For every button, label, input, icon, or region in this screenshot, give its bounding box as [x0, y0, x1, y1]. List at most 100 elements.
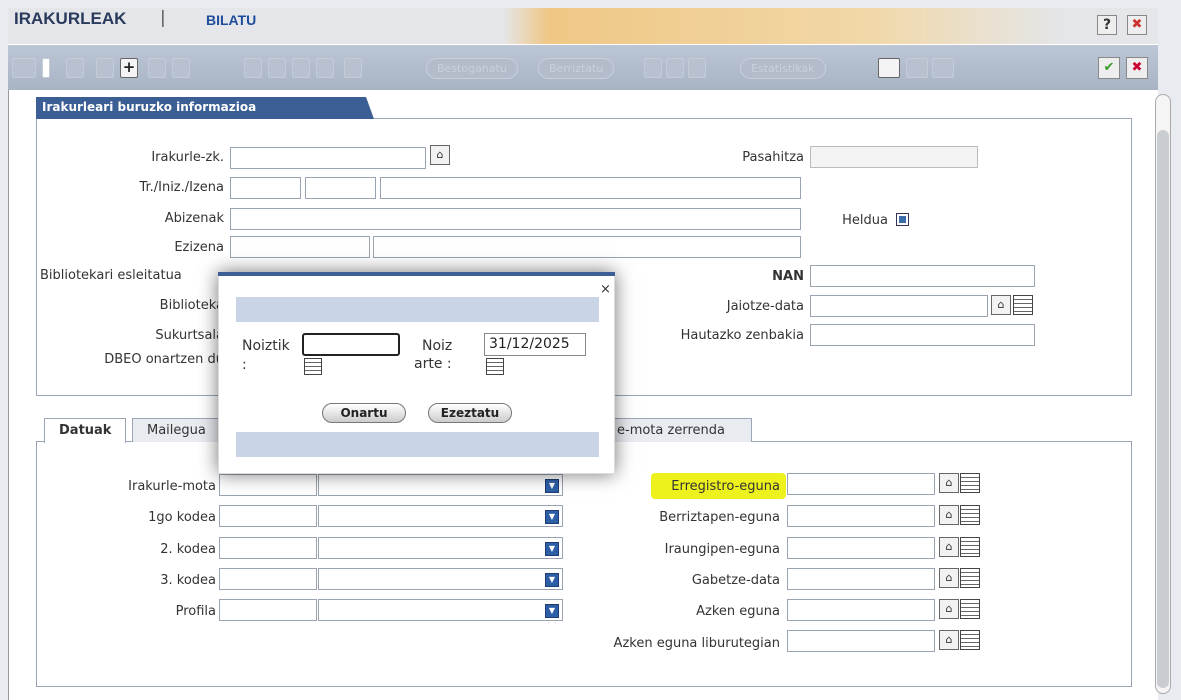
- last-day-label: Azken eguna: [696, 604, 780, 619]
- nickname-input-1[interactable]: [230, 236, 370, 258]
- code2-select[interactable]: [318, 537, 563, 559]
- library-label: Biblioteka: [159, 298, 224, 313]
- panel-divider: [370, 118, 1132, 119]
- profile-code[interactable]: [219, 599, 317, 621]
- scrollbar-thumb[interactable]: [1157, 130, 1169, 688]
- edit-icon: [148, 58, 166, 78]
- dropdown-arrow-icon[interactable]: ▼: [545, 479, 559, 493]
- optional-number-input[interactable]: [810, 324, 1035, 346]
- reader-no-label: Irakurle-zk.: [151, 150, 224, 165]
- accept-dialog-button[interactable]: Onartu: [322, 403, 406, 423]
- dropdown-arrow-icon[interactable]: ▼: [545, 542, 559, 556]
- new-record-icon: [66, 58, 84, 78]
- lookup-icon[interactable]: ⌂: [939, 505, 959, 525]
- copy-icon[interactable]: [878, 58, 900, 78]
- tab-mailegua[interactable]: Mailegua: [132, 418, 221, 442]
- reader-no-input[interactable]: [230, 147, 426, 169]
- expiry-day-label: Iraungipen-eguna: [664, 542, 780, 557]
- last-record-icon: [316, 58, 334, 78]
- from-colon: :: [242, 357, 247, 373]
- title-bar: [8, 8, 1158, 44]
- email-icon: [906, 58, 928, 78]
- initial-input[interactable]: [305, 177, 376, 199]
- reader-type-select[interactable]: [318, 474, 563, 496]
- title-initial-name-label: Tr./Iniz./Izena: [139, 180, 224, 195]
- tab-datuak[interactable]: Datuak: [44, 418, 127, 443]
- deprivation-date-input[interactable]: [787, 568, 935, 590]
- code1-select[interactable]: [318, 505, 563, 527]
- calendar-icon[interactable]: [1013, 295, 1033, 315]
- lookup-icon[interactable]: ⌂: [430, 145, 450, 165]
- title-input[interactable]: [230, 177, 301, 199]
- to-date-input[interactable]: 31/12/2025: [484, 333, 586, 356]
- profile-select[interactable]: [318, 599, 563, 621]
- lookup-icon[interactable]: ⌂: [939, 599, 959, 619]
- renew-button: Berriztatu: [538, 58, 615, 79]
- nan-input[interactable]: [810, 265, 1035, 287]
- reader-type-code[interactable]: [219, 474, 317, 496]
- birth-date-input[interactable]: [810, 295, 988, 317]
- calendar-icon[interactable]: [960, 537, 980, 557]
- close-button[interactable]: ✖: [1127, 15, 1147, 35]
- dropdown-arrow-icon[interactable]: ▼: [545, 573, 559, 587]
- dialog-header-bar: [236, 297, 599, 322]
- calendar-icon[interactable]: [960, 505, 980, 525]
- delete-icon: [172, 58, 190, 78]
- calendar-icon[interactable]: [960, 630, 980, 650]
- registration-day-label: Erregistro-eguna: [671, 479, 780, 494]
- calendar-icon[interactable]: [960, 568, 980, 588]
- nan-label: NAN: [772, 269, 804, 284]
- help-button[interactable]: ?: [1097, 15, 1117, 35]
- lookup-icon[interactable]: ⌂: [939, 568, 959, 588]
- last-day-books-label: Azken eguna liburutegian: [613, 636, 780, 651]
- panel-header-title: Irakurleari buruzko informazioa: [42, 100, 257, 114]
- adult-checkbox[interactable]: [896, 213, 909, 226]
- dropdown-arrow-icon[interactable]: ▼: [545, 510, 559, 524]
- from-label: Noiztik: [242, 338, 290, 354]
- birth-date-label: Jaiotze-data: [726, 299, 804, 314]
- accept-button[interactable]: ✔: [1098, 57, 1120, 79]
- calendar-icon[interactable]: [486, 358, 504, 375]
- code1-code[interactable]: [219, 505, 317, 527]
- nickname-label: Ezizena: [174, 240, 224, 255]
- expiry-day-input[interactable]: [787, 537, 935, 559]
- prev-record-icon: [268, 58, 286, 78]
- code3-code[interactable]: [219, 568, 317, 590]
- lookup-icon[interactable]: ⌂: [939, 473, 959, 493]
- next-record-icon: [292, 58, 310, 78]
- toolbar: + Bestoganatu Berriztatu Estatistikak ✔ …: [8, 44, 1158, 90]
- renewal-day-input[interactable]: [787, 505, 935, 527]
- code3-select[interactable]: [318, 568, 563, 590]
- calendar-icon[interactable]: [304, 358, 322, 375]
- view-menu-icon[interactable]: [12, 58, 36, 78]
- lookup-icon[interactable]: ⌂: [939, 630, 959, 650]
- name-input[interactable]: [380, 177, 801, 199]
- from-date-input[interactable]: [302, 333, 400, 356]
- search-icon: [96, 58, 114, 78]
- branch-label: Sukurtsala: [155, 328, 224, 343]
- lookup-icon[interactable]: ⌂: [939, 537, 959, 557]
- add-button[interactable]: +: [120, 58, 138, 78]
- registration-day-input[interactable]: [787, 473, 935, 495]
- code2-code[interactable]: [219, 537, 317, 559]
- surnames-input[interactable]: [230, 208, 801, 230]
- dbeo-label: DBEO onartzen du: [104, 352, 224, 367]
- dialog-close-icon[interactable]: ×: [600, 282, 611, 297]
- grid-view-icon: [344, 58, 362, 78]
- last-day-books-input[interactable]: [787, 630, 935, 652]
- code2-label: 2. kodea: [160, 542, 216, 557]
- first-record-icon: [244, 58, 262, 78]
- calendar-icon[interactable]: [960, 599, 980, 619]
- cancel-button[interactable]: ✖: [1126, 57, 1148, 79]
- last-day-input[interactable]: [787, 599, 935, 621]
- calendar-icon[interactable]: [960, 473, 980, 493]
- export-icon: [932, 58, 954, 78]
- print-list-icon: [688, 58, 706, 78]
- nickname-input-2[interactable]: [373, 236, 801, 258]
- cancel-dialog-button[interactable]: Ezeztatu: [428, 403, 512, 423]
- print-preview-icon: [666, 58, 684, 78]
- profile-label: Profila: [175, 604, 216, 619]
- dropdown-arrow-icon[interactable]: ▼: [545, 604, 559, 618]
- lookup-icon[interactable]: ⌂: [991, 295, 1011, 315]
- password-input[interactable]: [810, 146, 978, 168]
